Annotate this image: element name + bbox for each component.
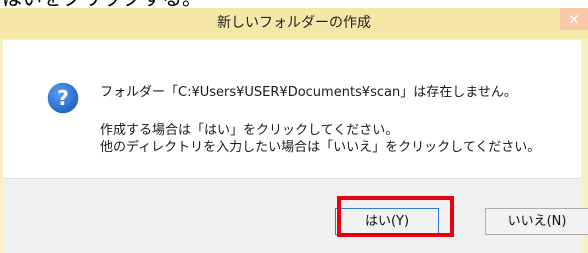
dialog-button-area: はい(Y) いいえ(N) (3, 178, 588, 253)
screenshot-page: はいをクリックする。 新しいフォルダーの作成 × ? フォルダー「C:¥User… (0, 0, 588, 253)
dialog-message-area: ? フォルダー「C:¥Users¥USER¥Documents¥scan」は存在… (3, 40, 581, 178)
question-icon: ? (46, 81, 80, 115)
yes-button[interactable]: はい(Y) (335, 208, 439, 235)
message-other-directory-instruction: 他のディレクトリを入力したい場合は「いいえ」をクリックしてください。 (100, 140, 541, 155)
close-button[interactable]: × (560, 8, 588, 30)
message-create-instruction: 作成する場合は「はい」をクリックしてください。 (100, 123, 399, 138)
new-folder-dialog: 新しいフォルダーの作成 × ? フォルダー「C:¥Users¥USER¥Docu… (0, 8, 588, 253)
svg-text:?: ? (57, 86, 69, 110)
dialog-title-bar[interactable]: 新しいフォルダーの作成 × (0, 8, 588, 39)
instruction-caption-text: はいをクリックする。 (2, 0, 202, 8)
no-button[interactable]: いいえ(N) (485, 208, 588, 235)
dialog-title: 新しいフォルダーの作成 (217, 15, 371, 31)
message-folder-not-exist: フォルダー「C:¥Users¥USER¥Documents¥scan」は存在しま… (100, 85, 517, 100)
